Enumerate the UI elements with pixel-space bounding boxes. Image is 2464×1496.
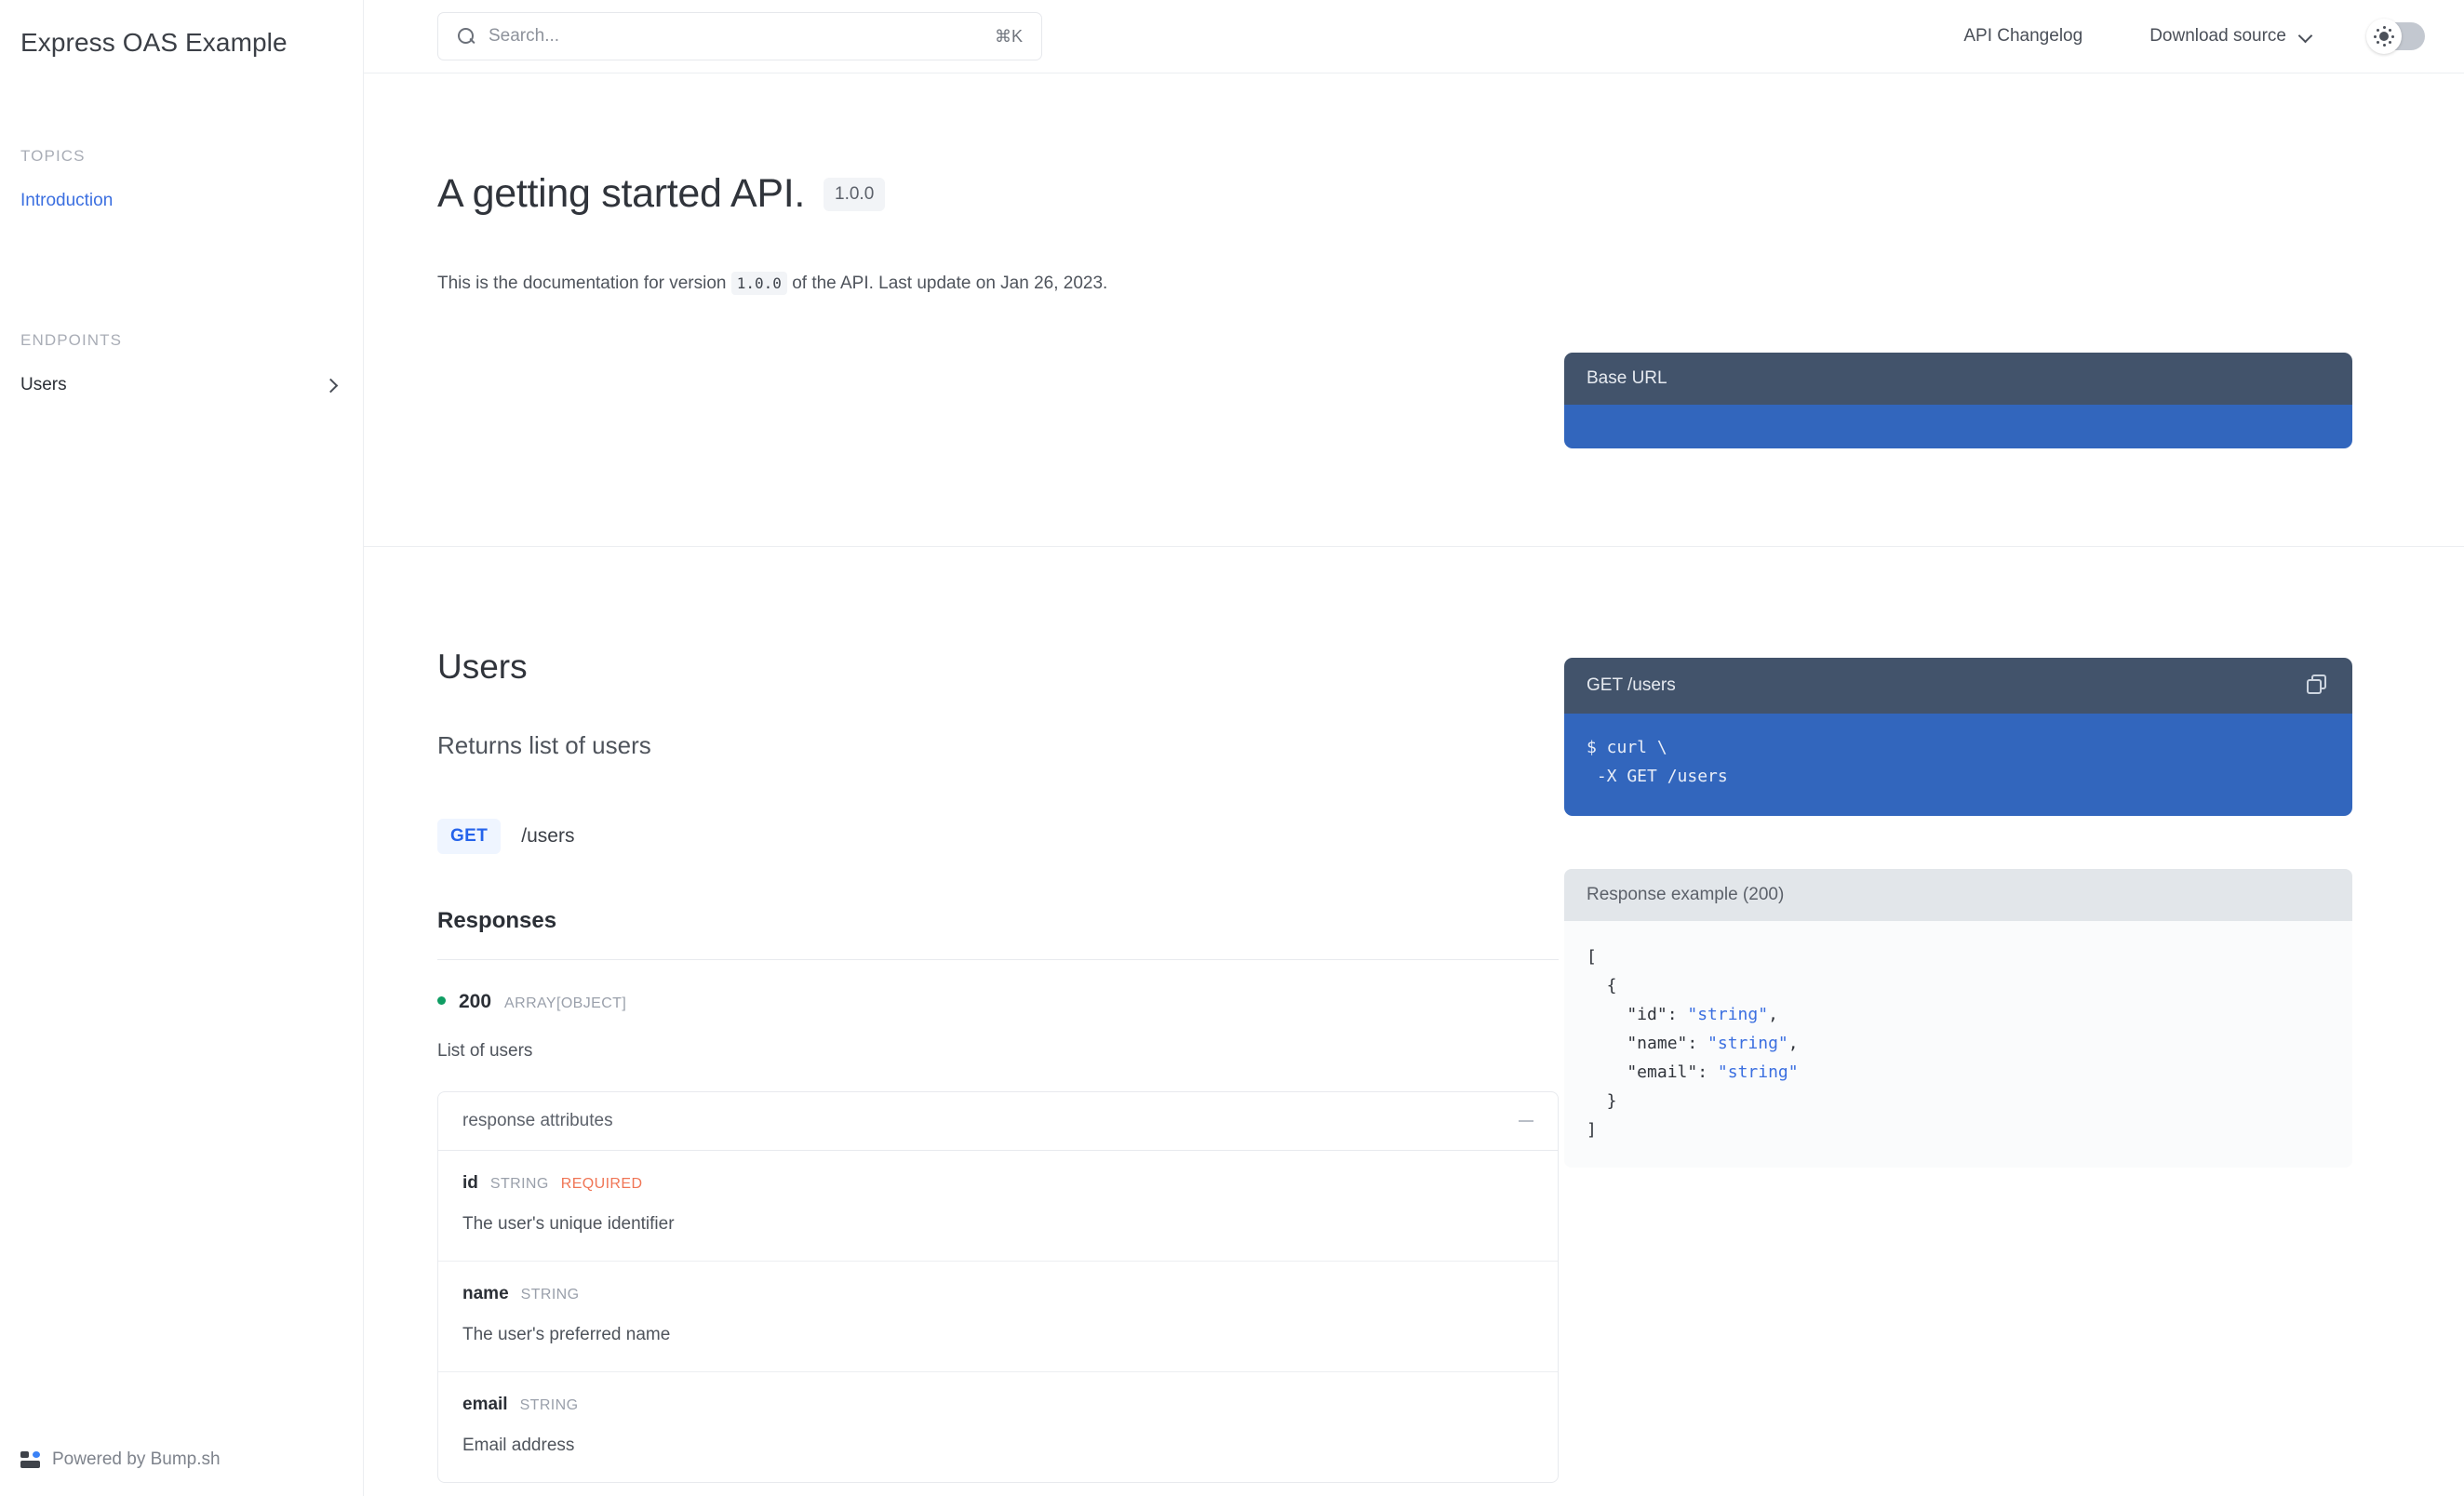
download-source-label: Download source <box>2149 26 2286 47</box>
page-title-row: A getting started API. 1.0.0 <box>437 73 1564 217</box>
brand-title: Express OAS Example <box>0 0 363 58</box>
json-line-2: { <box>1587 976 1617 995</box>
sidebar-item-label: Users <box>20 375 67 395</box>
nav-group-endpoints-title: ENDPOINTS <box>0 331 363 350</box>
response-attributes-header[interactable]: response attributes <box>438 1092 1558 1151</box>
table-row: email STRING Email address <box>438 1372 1558 1482</box>
base-url-panel: Base URL <box>1564 353 2352 448</box>
intro-section: A getting started API. 1.0.0 This is the… <box>364 73 2464 448</box>
response-example-header: Response example (200) <box>1564 869 2352 921</box>
intro-version-code: 1.0.0 <box>731 272 787 295</box>
status-dot-icon <box>437 996 446 1005</box>
attribute-header: id STRING REQUIRED <box>462 1173 1533 1194</box>
curl-example-panel: GET /users $ curl \ -X GET /users <box>1564 658 2352 816</box>
chevron-down-icon <box>2299 31 2311 43</box>
search-placeholder: Search... <box>489 26 982 47</box>
json-value-email: "string" <box>1718 1062 1799 1082</box>
attribute-header: name STRING <box>462 1284 1533 1304</box>
endpoint-path: /users <box>521 825 574 848</box>
topbar: Search... ⌘K API Changelog Download sour… <box>364 0 2464 73</box>
users-section-title: Users <box>437 648 1564 687</box>
json-line-7: ] <box>1587 1120 1597 1140</box>
attribute-type: STRING <box>520 1397 579 1414</box>
attribute-description: Email address <box>462 1436 1533 1456</box>
sidebar-footer[interactable]: Powered by Bump.sh <box>20 1449 221 1470</box>
status-code: 200 <box>459 991 491 1013</box>
users-section: Users Returns list of users GET /users R… <box>364 547 2464 1483</box>
attribute-required-badge: REQUIRED <box>561 1176 643 1193</box>
topbar-actions: API Changelog Download source <box>1908 22 2425 50</box>
chevron-right-icon <box>324 379 337 392</box>
version-badge: 1.0.0 <box>824 178 885 211</box>
sidebar-item-introduction[interactable]: Introduction <box>0 182 363 220</box>
base-url-label: Base URL <box>1587 368 1667 389</box>
responses-title: Responses <box>437 908 1564 934</box>
search-input[interactable]: Search... ⌘K <box>437 12 1042 60</box>
json-key-email: "email": <box>1587 1062 1718 1082</box>
intro-desc-before: This is the documentation for version <box>437 274 731 293</box>
api-changelog-link[interactable]: API Changelog <box>1963 26 2082 47</box>
attribute-description: The user's unique identifier <box>462 1214 1533 1235</box>
sidebar-item-label: Introduction <box>20 191 113 211</box>
curl-line-1: $ curl \ <box>1587 738 1667 757</box>
json-comma-1: , <box>1768 1005 1778 1024</box>
users-right-column: GET /users $ curl \ -X GET /users Respon… <box>1564 547 2464 1483</box>
endpoint-row[interactable]: GET /users <box>437 819 1564 854</box>
response-example-title: Response example (200) <box>1587 885 1784 904</box>
attribute-header: email STRING <box>462 1395 1533 1415</box>
theme-toggle[interactable] <box>2369 22 2425 50</box>
app-root: Express OAS Example TOPICS Introduction … <box>0 0 2464 1496</box>
status-description: List of users <box>437 1041 1564 1062</box>
curl-code-body: $ curl \ -X GET /users <box>1564 714 2352 816</box>
responses-rule <box>437 959 1559 960</box>
json-comma-2: , <box>1788 1034 1799 1053</box>
attribute-type: STRING <box>521 1287 580 1303</box>
copy-icon[interactable] <box>2306 674 2330 698</box>
status-row: 200 ARRAY[OBJECT] <box>437 991 1564 1013</box>
search-icon <box>457 27 475 46</box>
response-example-json: [ { "id": "string", "name": "string", "e… <box>1564 921 2352 1168</box>
intro-left-column: A getting started API. 1.0.0 This is the… <box>364 73 1564 448</box>
json-key-id: "id": <box>1587 1005 1687 1024</box>
curl-panel-title: GET /users <box>1587 675 1676 696</box>
sidebar: Express OAS Example TOPICS Introduction … <box>0 0 364 1496</box>
attribute-name: email <box>462 1395 508 1415</box>
powered-by-label: Powered by Bump.sh <box>52 1449 221 1470</box>
intro-desc-after: of the API. Last update on Jan 26, 2023. <box>787 274 1107 293</box>
intro-right-column: Base URL <box>1564 73 2464 448</box>
sidebar-item-users[interactable]: Users <box>0 367 363 404</box>
table-row: name STRING The user's preferred name <box>438 1262 1558 1372</box>
response-attributes-label: response attributes <box>462 1111 613 1131</box>
json-line-6: } <box>1587 1091 1617 1111</box>
download-source-menu[interactable]: Download source <box>2149 26 2311 47</box>
intro-description: This is the documentation for version 1.… <box>437 271 1564 298</box>
users-summary: Returns list of users <box>437 731 1564 760</box>
theme-toggle-knob <box>2366 19 2402 54</box>
attribute-type: STRING <box>490 1176 549 1193</box>
attribute-name: name <box>462 1284 509 1304</box>
base-url-value <box>1564 405 2352 448</box>
response-example-panel: Response example (200) [ { "id": "string… <box>1564 869 2352 1168</box>
bump-logo-icon <box>20 1451 41 1468</box>
response-attributes-card: response attributes id STRING REQUIRED T… <box>437 1091 1559 1483</box>
http-method-badge: GET <box>437 819 501 854</box>
sun-icon <box>2374 26 2394 47</box>
page-title: A getting started API. <box>437 171 805 217</box>
minus-icon[interactable] <box>1519 1120 1533 1122</box>
table-row: id STRING REQUIRED The user's unique ide… <box>438 1151 1558 1262</box>
json-value-id: "string" <box>1687 1005 1768 1024</box>
base-url-header: Base URL <box>1564 353 2352 405</box>
attribute-description: The user's preferred name <box>462 1325 1533 1345</box>
search-shortcut-hint: ⌘K <box>995 27 1023 47</box>
curl-panel-header: GET /users <box>1564 658 2352 714</box>
users-left-column: Users Returns list of users GET /users R… <box>364 547 1564 1483</box>
nav-group-topics-title: TOPICS <box>0 147 363 166</box>
attribute-name: id <box>462 1173 478 1194</box>
status-type: ARRAY[OBJECT] <box>504 995 626 1012</box>
json-line-1: [ <box>1587 947 1597 967</box>
json-key-name: "name": <box>1587 1034 1707 1053</box>
main-area: Search... ⌘K API Changelog Download sour… <box>364 0 2464 1496</box>
json-value-name: "string" <box>1707 1034 1788 1053</box>
curl-line-2: -X GET /users <box>1587 767 1728 786</box>
